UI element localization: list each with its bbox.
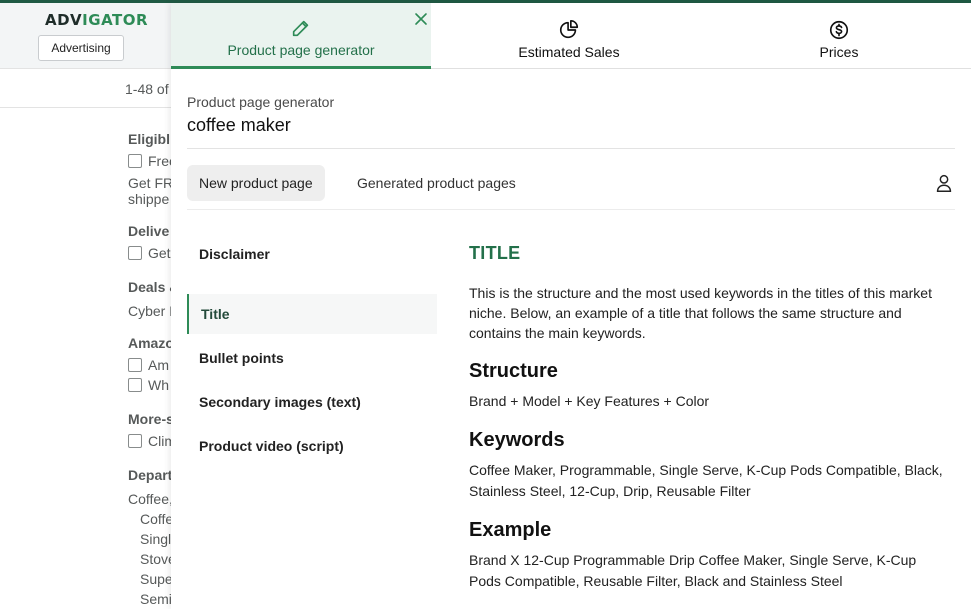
- advertising-button[interactable]: Advertising: [38, 35, 124, 61]
- department-parent[interactable]: Coffee,: [128, 491, 173, 507]
- department-item[interactable]: Semi: [140, 591, 172, 607]
- checkbox[interactable]: [128, 246, 142, 260]
- checkbox[interactable]: [128, 434, 142, 448]
- filter-heading-delivery: Delive: [128, 223, 170, 239]
- filter-heading-more: More-s: [128, 411, 174, 427]
- content-area: TITLE This is the structure and the most…: [469, 243, 949, 589]
- filter-amazon-option-2[interactable]: Wh: [128, 377, 169, 393]
- checkbox[interactable]: [128, 154, 142, 168]
- results-bar: 1-48 of: [0, 70, 171, 108]
- department-item[interactable]: Supe: [140, 571, 173, 587]
- tab-label: Product page generator: [227, 42, 375, 58]
- filter-heading-eligible: Eligibl: [128, 131, 170, 147]
- filter-delivery-option[interactable]: Get: [128, 245, 171, 261]
- advigator-logo: ADVIGATOR: [45, 11, 149, 29]
- divider: [187, 209, 955, 210]
- section-intro: This is the structure and the most used …: [469, 285, 932, 341]
- new-product-page-button[interactable]: New product page: [187, 165, 325, 201]
- filter-amazon-option-1[interactable]: Am: [128, 357, 169, 373]
- edit-icon: [292, 20, 309, 37]
- nav-item-bullet-points[interactable]: Bullet points: [187, 338, 437, 378]
- department-item[interactable]: Coffe: [140, 511, 173, 527]
- user-icon[interactable]: [933, 172, 955, 194]
- example-heading: Example: [469, 519, 552, 541]
- tab-label: Prices: [819, 43, 859, 60]
- dollar-circle-icon: [829, 20, 849, 39]
- nav-item-product-video[interactable]: Product video (script): [187, 426, 437, 466]
- pie-chart-icon: [559, 19, 579, 38]
- extension-header: ADVIGATOR Advertising: [0, 3, 171, 69]
- filter-free-shipping[interactable]: Free: [128, 153, 177, 169]
- department-item[interactable]: Singl: [140, 531, 171, 547]
- filter-heading-department: Depart: [128, 467, 173, 483]
- tab-prices[interactable]: Prices: [707, 3, 971, 69]
- nav-item-title[interactable]: Title: [187, 294, 437, 334]
- tab-estimated-sales[interactable]: Estimated Sales: [431, 3, 707, 69]
- close-icon[interactable]: [413, 11, 429, 27]
- search-query-title: coffee maker: [187, 115, 291, 135]
- tab-label: Estimated Sales: [518, 43, 620, 60]
- filter-free-desc-2: shippe: [128, 191, 170, 207]
- example-text: Brand X 12-Cup Programmable Drip Coffee …: [469, 552, 917, 589]
- keywords-heading: Keywords: [469, 429, 565, 451]
- tab-bar: Product page generator Estimated Sales P…: [171, 3, 971, 69]
- checkbox[interactable]: [128, 378, 142, 392]
- nav-item-secondary-images[interactable]: Secondary images (text): [187, 382, 437, 422]
- divider: [187, 148, 955, 149]
- context-label: Product page generator: [187, 94, 335, 110]
- filter-more-option[interactable]: Clim: [128, 433, 176, 449]
- checkbox[interactable]: [128, 358, 142, 372]
- structure-heading: Structure: [469, 360, 558, 382]
- generated-product-pages-button[interactable]: Generated product pages: [345, 165, 528, 201]
- tab-product-page-generator[interactable]: Product page generator: [171, 3, 431, 69]
- filter-free-desc-1: Get FR: [128, 175, 174, 191]
- advigator-panel: Product page generator Estimated Sales P…: [171, 3, 971, 609]
- keywords-text: Coffee Maker, Programmable, Single Serve…: [469, 462, 943, 499]
- filter-heading-amazon: Amazo: [128, 335, 174, 351]
- nav-item-disclaimer[interactable]: Disclaimer: [187, 234, 437, 274]
- structure-text: Brand + Model + Key Features + Color: [469, 393, 710, 409]
- sub-navigation: New product page Generated product pages: [187, 165, 955, 201]
- context-header: Product page generator coffee maker: [187, 94, 334, 136]
- results-count: 1-48 of: [125, 81, 169, 97]
- section-title: TITLE: [469, 243, 521, 263]
